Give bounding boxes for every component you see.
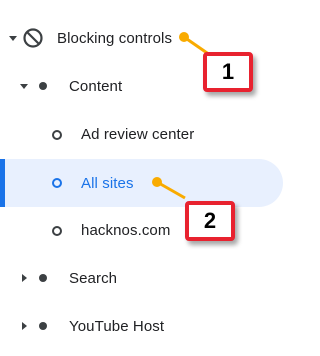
bullet-dot-icon <box>39 274 47 282</box>
tree-item-label: hacknos.com <box>81 221 171 239</box>
tree-item-ad-review-center[interactable]: Ad review center <box>0 110 307 158</box>
tree-item-label: Content <box>69 77 123 95</box>
tree-item-youtube-host[interactable]: YouTube Host <box>0 302 307 350</box>
tree-item-blocking-controls[interactable]: Blocking controls <box>0 14 307 62</box>
tree-item-hacknos[interactable]: hacknos.com <box>0 206 307 254</box>
annotation-pin-1 <box>179 32 189 42</box>
bullet-ring-icon <box>52 130 62 140</box>
tree-item-label: Blocking controls <box>57 29 173 47</box>
annotation-pin-2 <box>152 177 162 187</box>
bullet-ring-icon <box>52 178 62 188</box>
tree-item-label: All sites <box>81 174 134 192</box>
bullet-ring-icon <box>52 226 62 236</box>
collapse-caret-icon[interactable] <box>9 36 17 41</box>
tree-item-content[interactable]: Content <box>0 62 307 110</box>
tree-item-label: Ad review center <box>81 125 195 143</box>
tree-item-label: Search <box>69 269 118 287</box>
expand-caret-icon[interactable] <box>22 274 27 282</box>
tree-item-label: YouTube Host <box>69 317 165 335</box>
collapse-caret-icon[interactable] <box>20 84 28 89</box>
annotation-callout-1: 1 <box>203 52 253 92</box>
block-icon <box>23 28 43 48</box>
tree-item-all-sites[interactable]: All sites <box>0 159 283 207</box>
bullet-dot-icon <box>39 82 47 90</box>
annotation-callout-2: 2 <box>185 201 235 241</box>
selection-indicator <box>0 159 5 207</box>
bullet-dot-icon <box>39 322 47 330</box>
expand-caret-icon[interactable] <box>22 322 27 330</box>
tree-item-search[interactable]: Search <box>0 254 307 302</box>
